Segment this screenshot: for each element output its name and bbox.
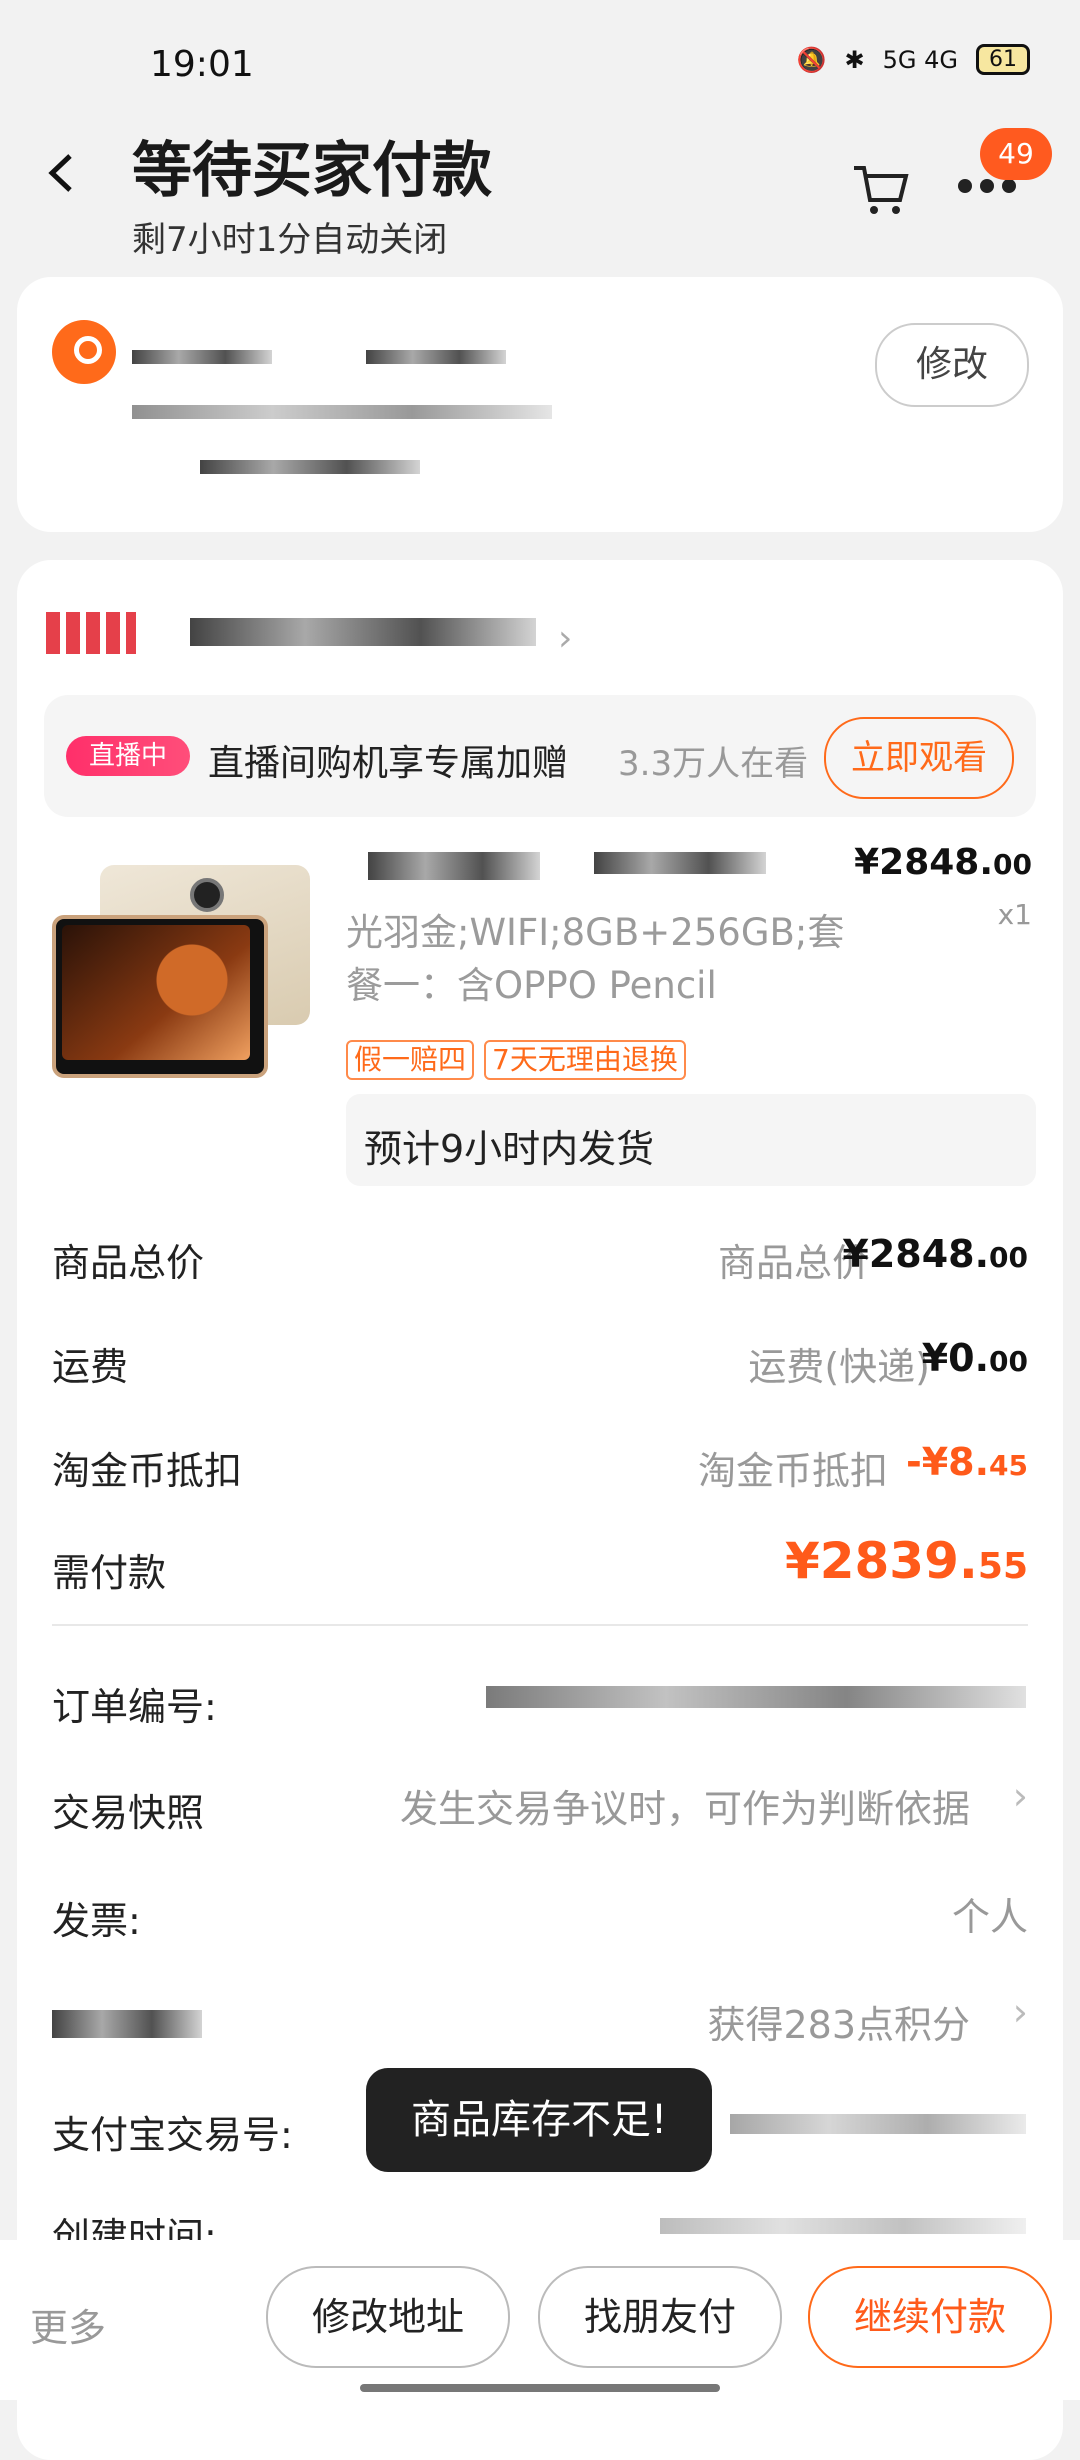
coin-discount-label: 淘金币抵扣 bbox=[52, 1449, 243, 1493]
redacted-name bbox=[132, 350, 272, 364]
camera-icon bbox=[190, 878, 224, 912]
freight-sublabel: 运费(快递) bbox=[748, 1345, 930, 1389]
return-policy-tag: 7天无理由退换 bbox=[484, 1040, 686, 1080]
product-spec: 光羽金;WIFI;8GB+256GB;套餐一：含OPPO Pencil bbox=[346, 911, 845, 1007]
redacted-alipay-number bbox=[730, 2114, 1026, 2134]
friend-pay-button[interactable]: 找朋友付 bbox=[538, 2266, 782, 2368]
live-viewer-count: 3.3万人在看 bbox=[618, 744, 809, 784]
points-value[interactable]: 获得283点积分 bbox=[707, 1994, 970, 2049]
redacted-product-title[interactable] bbox=[368, 852, 540, 880]
alipay-number-label: 支付宝交易号: bbox=[52, 2113, 293, 2157]
edit-address-button[interactable]: 修改 bbox=[875, 323, 1029, 407]
total-label: 商品总价 bbox=[52, 1241, 205, 1285]
mute-icon: 🔕 bbox=[796, 45, 827, 74]
chevron-right-icon[interactable]: › bbox=[1013, 1774, 1028, 1818]
watch-now-button[interactable]: 立即观看 bbox=[824, 717, 1014, 799]
freight-value: ¥0.00 bbox=[921, 1336, 1028, 1380]
payable-amount: ¥2839.55 bbox=[784, 1532, 1028, 1590]
signal-icon: 5G 4G bbox=[882, 45, 958, 74]
bluetooth-icon: ✱ bbox=[844, 45, 865, 74]
chevron-right-icon[interactable]: › bbox=[558, 618, 572, 659]
redacted-phone bbox=[366, 350, 506, 364]
total-value: ¥2848.00 bbox=[842, 1232, 1028, 1276]
shop-logo bbox=[46, 612, 136, 654]
status-time: 19:01 bbox=[150, 44, 254, 85]
live-badge: 直播中 bbox=[66, 736, 190, 776]
product-quantity: x1 bbox=[997, 898, 1032, 931]
snapshot-label: 交易快照 bbox=[52, 1791, 205, 1835]
redacted-order-number bbox=[486, 1686, 1026, 1708]
snapshot-hint[interactable]: 发生交易争议时，可作为判断依据 bbox=[400, 1778, 970, 1833]
redacted-points-label bbox=[52, 2010, 202, 2038]
message-badge: 49 bbox=[980, 128, 1052, 180]
home-indicator[interactable] bbox=[360, 2384, 720, 2392]
continue-payment-button[interactable]: 继续付款 bbox=[808, 2266, 1052, 2368]
change-address-button[interactable]: 修改地址 bbox=[266, 2266, 510, 2368]
freight-label: 运费 bbox=[52, 1345, 129, 1389]
live-promo-text: 直播间购机享专属加赠 bbox=[208, 743, 569, 784]
invoice-value: 个人 bbox=[951, 1895, 1028, 1939]
chevron-right-icon[interactable]: › bbox=[1013, 1990, 1028, 2034]
invoice-label: 发票: bbox=[52, 1899, 141, 1943]
payable-label: 需付款 bbox=[52, 1551, 167, 1595]
guarantee-tag: 假一赔四 bbox=[346, 1040, 475, 1080]
divider bbox=[52, 1624, 1028, 1626]
back-icon[interactable] bbox=[40, 150, 86, 196]
stock-toast: 商品库存不足! bbox=[366, 2068, 712, 2172]
cart-icon[interactable] bbox=[850, 160, 910, 220]
shipping-note: 预计9小时内发货 bbox=[364, 1127, 655, 1171]
more-menu-icon[interactable] bbox=[958, 178, 1024, 197]
coin-discount-sublabel: 淘金币抵扣 bbox=[697, 1449, 888, 1493]
coin-discount-value: -¥8.45 bbox=[905, 1440, 1028, 1484]
auto-close-countdown: 剩7小时1分自动关闭 bbox=[132, 220, 448, 260]
screen-artwork bbox=[62, 925, 250, 1060]
battery-icon: 61 bbox=[976, 44, 1030, 75]
redacted-created-time bbox=[660, 2218, 1026, 2234]
product-price: ¥2848.00 bbox=[854, 842, 1032, 883]
location-pin-icon bbox=[52, 320, 116, 384]
status-icons: 🔕 ✱ 5G 4G 61 bbox=[797, 44, 1030, 75]
redacted-shop-name[interactable] bbox=[190, 618, 536, 646]
page-title: 等待买家付款 bbox=[132, 136, 492, 206]
redacted-address-line bbox=[132, 405, 552, 419]
more-button[interactable]: 更多 bbox=[30, 2297, 106, 2352]
redacted-product-title[interactable] bbox=[594, 852, 766, 874]
redacted-address-line bbox=[200, 460, 420, 474]
order-number-label: 订单编号: bbox=[52, 1685, 217, 1729]
